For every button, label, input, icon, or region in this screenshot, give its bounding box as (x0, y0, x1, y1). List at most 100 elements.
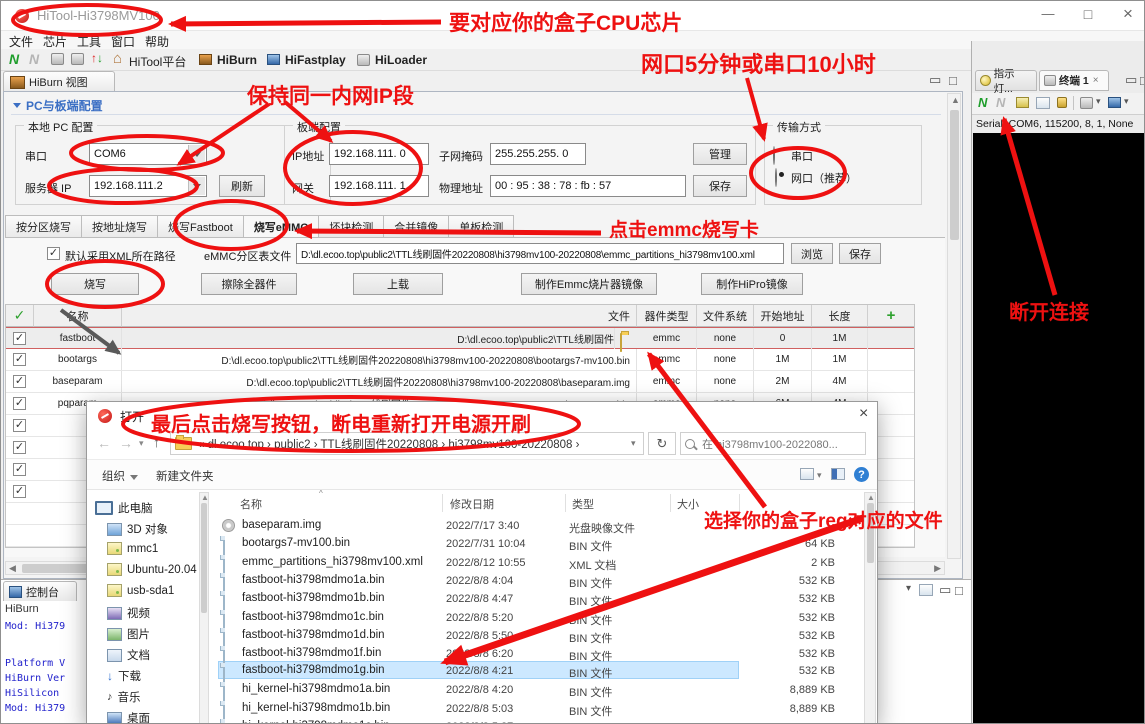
file-row[interactable]: hi_kernel-hi3798mdmo1c.bin 2022/8/8 5:27… (218, 718, 739, 724)
hifastplay-icon[interactable] (267, 54, 280, 65)
scroll-up-icon[interactable]: ▲ (951, 95, 960, 105)
maximize-button[interactable]: □ (1071, 6, 1105, 22)
row-checkbox[interactable] (13, 353, 26, 366)
view-maximize-icon[interactable]: □ (949, 73, 957, 88)
file-row[interactable]: fastboot-hi3798mdmo1f.bin 2022/8/8 6:20 … (218, 645, 739, 663)
sidebar-scrollbar[interactable]: ▲ (199, 492, 209, 724)
terminal-lock-icon[interactable] (1057, 97, 1067, 108)
use-xml-path-checkbox[interactable] (47, 247, 60, 260)
radio-serial[interactable] (773, 146, 775, 165)
radio-serial-label[interactable]: 串口 (791, 148, 813, 164)
hiburn-icon[interactable] (199, 54, 212, 65)
sidebar-item-pictures[interactable]: 图片 (107, 626, 150, 642)
file-col-size[interactable]: 大小 (677, 496, 699, 512)
help-icon[interactable] (854, 467, 869, 482)
sidebar-item-mmc1[interactable]: mmc1 (107, 542, 158, 555)
toolbar-hiloader[interactable]: HiLoader (375, 53, 427, 67)
serial-port-select[interactable]: COM6 (89, 143, 207, 165)
sidebar-item-downloads[interactable]: ↓ 下载 (107, 668, 141, 684)
sidebar-item-ubuntu[interactable]: Ubuntu-20.04 ( (107, 563, 204, 576)
menu-file[interactable]: 文件 (9, 33, 33, 50)
terminal-disconnect-icon[interactable]: N (996, 95, 1005, 110)
tab-emmc-burn[interactable]: 烧写eMMC (244, 215, 319, 239)
chevron-down-icon[interactable] (188, 145, 205, 163)
scroll-right-icon[interactable]: ▶ (934, 563, 941, 574)
col-length[interactable]: 长度 (812, 305, 868, 327)
chevron-down-icon[interactable]: ▾ (817, 470, 822, 481)
terminal-screen[interactable] (973, 133, 1145, 724)
gateway-input[interactable]: 192.168.111. 1 (329, 175, 429, 197)
upload-button[interactable]: 上载 (353, 273, 443, 295)
sidebar-item-usb-sda1[interactable]: usb-sda1 (107, 584, 174, 597)
sidebar-item-desktop[interactable]: 桌面 (107, 710, 150, 724)
v-scroll-thumb[interactable] (950, 110, 959, 240)
minimize-button[interactable]: — (1031, 6, 1065, 21)
sidebar-item-this-pc[interactable]: 此电脑 (95, 500, 153, 516)
check-all-icon[interactable]: ✓ (14, 307, 26, 324)
mac-input[interactable]: 00 : 95 : 38 : 78 : fb : 57 (490, 175, 686, 197)
browse-button[interactable]: 浏览 (791, 243, 833, 264)
home-icon[interactable]: ⌂ (113, 50, 122, 67)
col-check[interactable]: ✓ (6, 305, 34, 327)
make-hipro-image-button[interactable]: 制作HiPro镜像 (701, 273, 803, 295)
file-row[interactable]: emmc_partitions_hi3798mv100.xml 2022/8/1… (218, 554, 739, 572)
row-checkbox[interactable] (13, 463, 26, 476)
panel-maximize-icon[interactable]: □ (1140, 73, 1145, 88)
menu-help[interactable]: 帮助 (145, 33, 169, 50)
col-divider[interactable] (565, 494, 566, 512)
toolbar-hiburn[interactable]: HiBurn (217, 53, 257, 67)
col-divider[interactable] (442, 494, 443, 512)
sidebar-scroll-thumb[interactable] (201, 503, 207, 613)
board-ip-input[interactable]: 192.168.111. 0 (329, 143, 429, 165)
file-row[interactable]: hi_kernel-hi3798mdmo1a.bin 2022/8/8 4:20… (218, 681, 739, 699)
tab-address-burn[interactable]: 按地址烧写 (82, 215, 158, 239)
terminal-connect-icon[interactable]: N (978, 95, 987, 110)
tab-partition-burn[interactable]: 按分区烧写 (5, 215, 82, 239)
manage-button[interactable]: 管理 (693, 143, 747, 165)
file-row[interactable]: fastboot-hi3798mdmo1c.bin 2022/8/8 5:20 … (218, 609, 739, 627)
make-emmc-image-button[interactable]: 制作Emmc烧片器镜像 (521, 273, 657, 295)
tab-console[interactable]: 控制台 (3, 581, 77, 601)
scroll-left-icon[interactable]: ◀ (9, 563, 16, 574)
file-row[interactable]: baseparam.img 2022/7/17 3:40 光盘映像文件 (218, 517, 739, 535)
row-checkbox[interactable] (13, 441, 26, 454)
table-row[interactable]: bootargs D:\dl.ecoo.top\public2\TTL线刷固件2… (6, 349, 914, 371)
v-scrollbar[interactable]: ▲ (947, 93, 961, 559)
menu-tool[interactable]: 工具 (77, 33, 101, 50)
add-row-icon[interactable]: + (887, 307, 896, 324)
nav-forward-icon[interactable]: → (119, 435, 133, 451)
remote-icon[interactable] (71, 53, 84, 65)
tab-badblock-check[interactable]: 坏块检测 (319, 215, 384, 239)
table-row[interactable]: baseparam D:\dl.ecoo.top\public2\TTL线刷固件… (6, 371, 914, 393)
config-icon[interactable] (51, 53, 64, 65)
col-add[interactable]: + (868, 305, 914, 327)
section-collapse-icon[interactable] (13, 103, 21, 108)
d ialog-close-icon[interactable]: × (859, 405, 868, 423)
file-col-name[interactable]: 名称 (240, 496, 262, 512)
tab-leds[interactable]: 指示灯... (975, 70, 1037, 91)
tab-close-icon[interactable]: × (1093, 75, 1099, 86)
nav-history-icon[interactable]: ▾ (139, 438, 144, 449)
radio-network[interactable] (775, 168, 777, 187)
console-menu-icon[interactable]: ▾ (906, 583, 911, 594)
refresh-button[interactable]: 刷新 (219, 175, 265, 197)
col-file[interactable]: 文件 (122, 305, 637, 327)
tab-board-check[interactable]: 单板检测 (449, 215, 514, 239)
search-box[interactable]: 在 hi3798mv100-2022080... (680, 432, 866, 455)
netmask-input[interactable]: 255.255.255. 0 (490, 143, 586, 165)
scroll-up-icon[interactable]: ▲ (867, 493, 875, 502)
panel-minimize-icon[interactable]: ▭ (1125, 72, 1137, 88)
file-row[interactable]: fastboot-hi3798mdmo1a.bin 2022/8/8 4:04 … (218, 572, 739, 590)
col-name[interactable]: 名称 (34, 305, 122, 327)
close-button[interactable]: × (1111, 4, 1145, 24)
sidebar-item-videos[interactable]: 视频 (107, 605, 150, 621)
file-row[interactable]: bootargs7-mv100.bin 2022/7/31 10:04 BIN … (218, 535, 739, 553)
sidebar-item-music[interactable]: ♪ 音乐 (107, 689, 141, 705)
sidebar-item-documents[interactable]: 文档 (107, 647, 150, 663)
col-fs[interactable]: 文件系统 (697, 305, 754, 327)
toolbar-hitool[interactable]: HiTool平台 (129, 53, 186, 70)
row-checkbox[interactable] (13, 485, 26, 498)
use-xml-path-label[interactable]: 默认采用XML所在路径 (65, 248, 176, 264)
burn-button[interactable]: 烧写 (51, 273, 139, 295)
new-folder-button[interactable]: 新建文件夹 (156, 468, 214, 484)
